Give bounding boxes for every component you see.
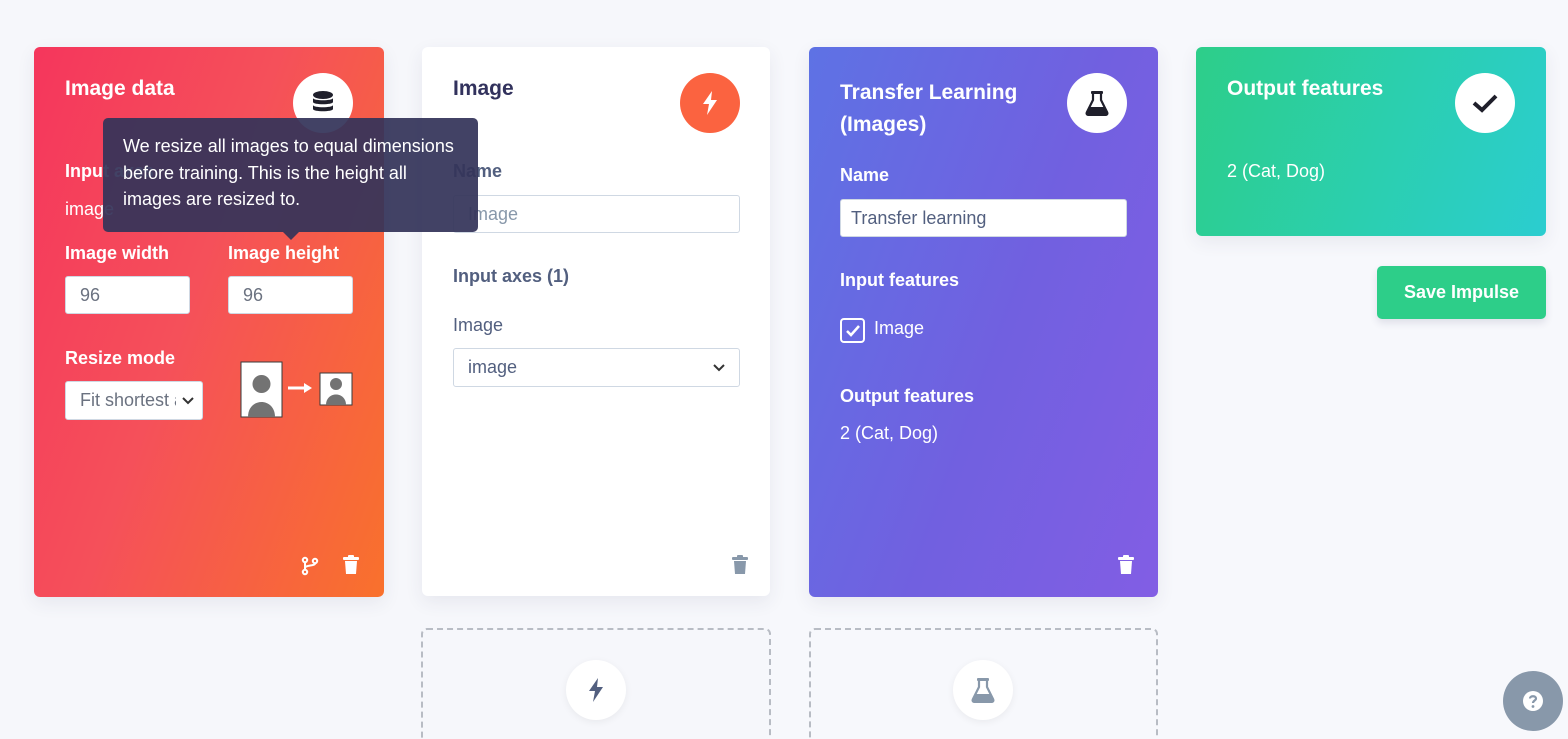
output-title: Output features — [1227, 77, 1384, 100]
chevron-down-icon — [713, 363, 725, 371]
image-width-input[interactable]: 96 — [65, 276, 190, 314]
learning-output-features-label: Output features — [840, 386, 975, 406]
output-block: Output features 2 (Cat, Dog) — [1196, 47, 1546, 236]
trash-icon[interactable] — [342, 555, 362, 575]
branch-icon[interactable] — [300, 556, 320, 576]
learning-name-label: Name — [840, 165, 890, 185]
tooltip-arrow — [283, 232, 299, 240]
flask-icon — [1067, 73, 1127, 133]
image-width-label: Image width — [65, 243, 170, 263]
bolt-icon — [680, 73, 740, 133]
learning-title: Transfer Learning (Images) — [840, 77, 1017, 141]
trash-icon[interactable] — [1117, 555, 1137, 575]
help-button[interactable] — [1503, 671, 1563, 731]
trash-icon[interactable] — [731, 555, 751, 575]
image-data-title: Image data — [65, 77, 175, 100]
learning-name-input[interactable]: Transfer learning — [840, 199, 1127, 237]
learning-block: Transfer Learning (Images) Name Transfer… — [809, 47, 1158, 597]
checkmark-icon — [1455, 73, 1515, 133]
processing-image-select[interactable]: image — [453, 348, 740, 387]
resize-mode-select[interactable]: Fit shortest axis — [65, 381, 203, 420]
input-feature-checkbox[interactable] — [840, 318, 865, 343]
flask-icon — [953, 660, 1013, 720]
add-learning-block[interactable] — [809, 628, 1158, 739]
image-height-label: Image height — [228, 243, 340, 263]
bolt-icon — [566, 660, 626, 720]
learning-title-line1: Transfer Learning — [840, 81, 1018, 104]
image-height-input[interactable]: 96 — [228, 276, 353, 314]
chevron-down-icon — [182, 396, 194, 404]
processing-title: Image — [453, 77, 514, 100]
resize-mode-value: Fit shortest axis — [80, 390, 176, 410]
resize-mode-label: Resize mode — [65, 348, 176, 368]
processing-image-select-value: image — [468, 357, 518, 377]
image-height-tooltip: We resize all images to equal dimensions… — [103, 118, 478, 232]
add-processing-block[interactable] — [421, 628, 771, 739]
question-icon — [1523, 691, 1543, 711]
learning-output-features-value: 2 (Cat, Dog) — [840, 423, 939, 443]
processing-name-input[interactable]: Image — [453, 195, 740, 233]
processing-image-label: Image — [453, 315, 504, 335]
check-icon — [845, 324, 860, 337]
input-features-label: Input features — [840, 270, 960, 290]
input-feature-checkbox-label: Image — [874, 318, 925, 338]
output-features-value: 2 (Cat, Dog) — [1227, 161, 1326, 181]
learning-title-line2: (Images) — [840, 113, 927, 136]
processing-input-axes-label: Input axes (1) — [453, 266, 570, 286]
resize-illustration — [240, 361, 354, 419]
save-impulse-button[interactable]: Save Impulse — [1377, 266, 1546, 319]
